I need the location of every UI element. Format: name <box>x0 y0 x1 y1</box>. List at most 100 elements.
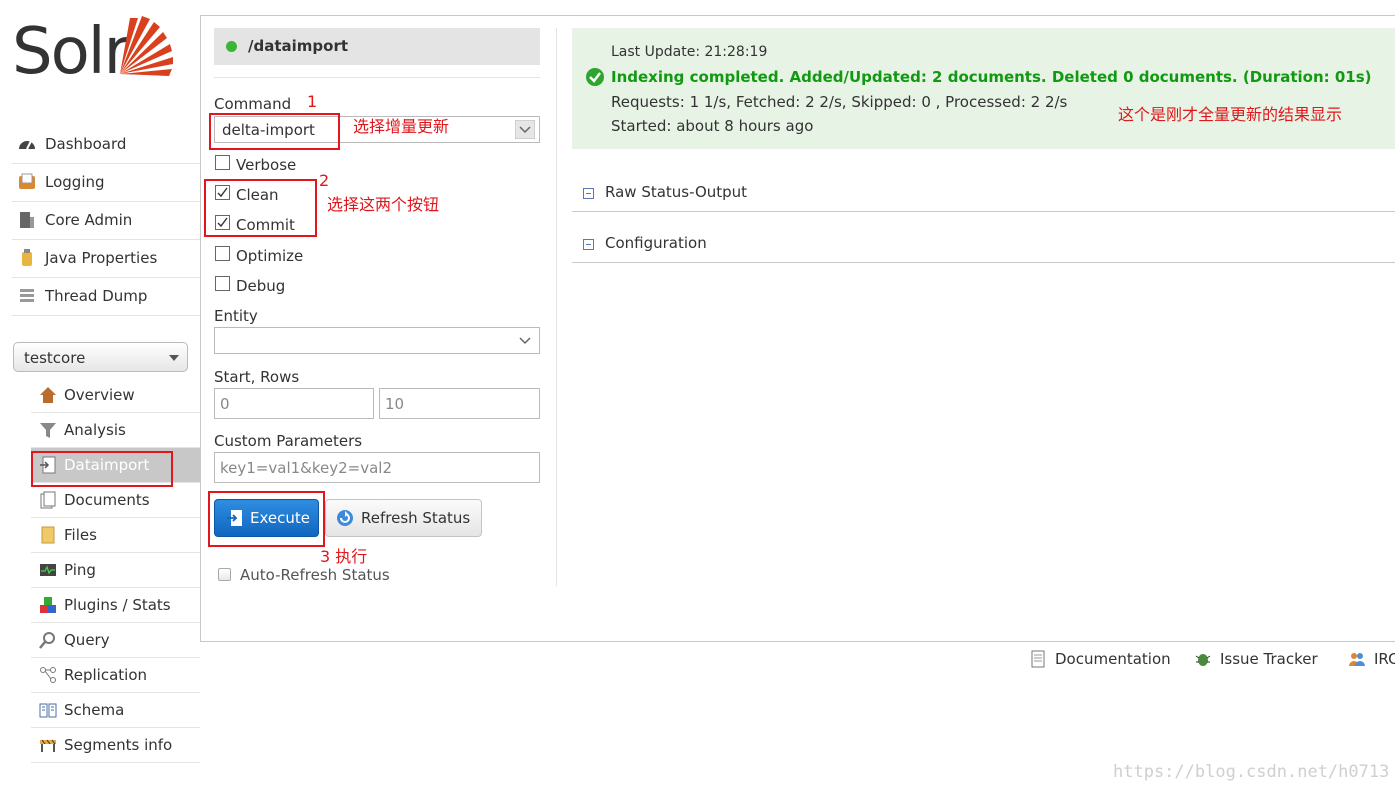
collapse-icon <box>583 239 594 250</box>
core-admin-icon <box>20 212 34 228</box>
core-selector[interactable]: testcore <box>13 342 188 372</box>
sidebar-item-label: Files <box>64 526 97 544</box>
ping-icon <box>40 564 56 576</box>
sidebar-item-label: Java Properties <box>45 249 158 267</box>
sidebar-item-label: Segments info <box>64 736 173 754</box>
sidebar-item-label: Analysis <box>64 421 126 439</box>
chevron-down-icon <box>519 337 531 345</box>
raw-status-output-section[interactable]: Raw Status-Output <box>572 175 1395 212</box>
irc-label: IRC <box>1374 650 1395 668</box>
segments-icon <box>40 739 56 752</box>
sidebar-item-label: Logging <box>45 173 105 191</box>
sidebar-item-documents[interactable]: Documents <box>31 483 200 518</box>
documents-icon <box>40 491 56 509</box>
entity-label: Entity <box>214 307 258 325</box>
sidebar-item-label: Ping <box>64 561 96 579</box>
watermark: https://blog.csdn.net/h0713 <box>1113 762 1390 782</box>
annotation-box-execute <box>208 491 325 547</box>
entity-select[interactable] <box>214 327 540 354</box>
sidebar-item-label: Query <box>64 631 110 649</box>
home-icon <box>40 387 56 403</box>
annotation-box-dataimport <box>31 451 173 487</box>
annotation-step3-text: 3 执行 <box>320 547 368 566</box>
debug-label: Debug <box>236 277 286 295</box>
status-headline: Indexing completed. Added/Updated: 2 doc… <box>611 68 1372 86</box>
logging-icon <box>19 173 35 189</box>
sidebar-item-overview[interactable]: Overview <box>31 378 200 413</box>
sidebar-item-ping[interactable]: Ping <box>31 553 200 588</box>
configuration-section[interactable]: Configuration <box>572 226 1395 263</box>
solr-logo-sun-icon <box>120 16 173 76</box>
sidebar-item-replication[interactable]: Replication <box>31 658 200 693</box>
section-label: Configuration <box>605 234 707 252</box>
annotation-box-command <box>209 113 340 150</box>
verbose-label: Verbose <box>236 156 297 174</box>
sidebar-item-label: Documents <box>64 491 150 509</box>
sidebar-item-label: Thread Dump <box>45 287 148 305</box>
verbose-checkbox[interactable] <box>215 155 230 170</box>
annotation-box-options <box>204 179 317 237</box>
sidebar-item-segments-info[interactable]: Segments info <box>31 728 200 763</box>
debug-checkbox[interactable] <box>215 276 230 291</box>
irc-link[interactable]: IRC <box>1349 650 1395 668</box>
last-update-text: Last Update: 21:28:19 <box>611 44 768 60</box>
sidebar-item-java-properties[interactable]: Java Properties <box>12 240 200 278</box>
handler-title: /dataimport <box>248 37 349 55</box>
start-rows-label: Start, Rows <box>214 368 300 386</box>
sidebar-item-thread-dump[interactable]: Thread Dump <box>12 278 200 316</box>
magnifier-icon <box>39 632 55 649</box>
refresh-status-button-label: Refresh Status <box>361 509 471 527</box>
start-input[interactable]: 0 <box>214 388 374 419</box>
sidebar-item-files[interactable]: Files <box>31 518 200 553</box>
sidebar-item-analysis[interactable]: Analysis <box>31 413 200 448</box>
issue-tracker-link[interactable]: Issue Tracker <box>1195 650 1318 668</box>
documentation-label: Documentation <box>1055 650 1171 668</box>
sidebar-item-dashboard[interactable]: Dashboard <box>12 126 200 164</box>
sidebar-item-label: Schema <box>64 701 125 719</box>
annotation-step2-number: 2 <box>319 171 330 190</box>
refresh-status-button[interactable]: Refresh Status <box>325 499 482 537</box>
handler-status-dot <box>226 41 237 52</box>
status-started: Started: about 8 hours ago <box>611 117 814 135</box>
sidebar-item-query[interactable]: Query <box>31 623 200 658</box>
sidebar-item-logging[interactable]: Logging <box>12 164 200 202</box>
documentation-link[interactable]: Documentation <box>1031 650 1171 668</box>
section-label: Raw Status-Output <box>605 183 748 201</box>
folder-icon <box>41 526 55 544</box>
optimize-label: Optimize <box>236 247 304 265</box>
solr-logo-text: Solr <box>12 15 130 89</box>
annotation-step2-text: 选择这两个按钮 <box>327 195 440 214</box>
sidebar-item-schema[interactable]: Schema <box>31 693 200 728</box>
annotation-step1-text: 选择增量更新 <box>353 117 450 136</box>
chevron-down-icon <box>169 355 179 361</box>
annotation-result-note: 这个是刚才全量更新的结果显示 <box>1118 105 1343 124</box>
refresh-icon <box>337 510 353 526</box>
replication-icon <box>40 667 56 683</box>
success-check-icon <box>586 68 604 86</box>
sidebar-item-plugins-stats[interactable]: Plugins / Stats <box>31 588 200 623</box>
divider <box>556 28 557 586</box>
auto-refresh-label: Auto-Refresh Status <box>240 566 390 584</box>
sidebar-item-label: Core Admin <box>45 211 133 229</box>
plugins-icon <box>40 597 56 613</box>
funnel-icon <box>40 423 56 438</box>
custom-parameters-input[interactable]: key1=val1&key2=val2 <box>214 452 540 483</box>
chevron-down-icon <box>515 120 535 139</box>
sidebar-item-label: Overview <box>64 386 135 404</box>
people-icon <box>1349 653 1365 666</box>
status-requests: Requests: 1 1/s, Fetched: 2 2/s, Skipped… <box>611 93 1068 111</box>
divider <box>214 77 540 78</box>
thread-dump-icon <box>20 289 34 302</box>
issue-tracker-label: Issue Tracker <box>1220 650 1318 668</box>
java-properties-icon <box>22 249 32 266</box>
bug-icon <box>1195 654 1211 666</box>
collapse-icon <box>583 188 594 199</box>
optimize-checkbox[interactable] <box>215 246 230 261</box>
sidebar-item-label: Plugins / Stats <box>64 596 171 614</box>
sidebar-item-core-admin[interactable]: Core Admin <box>12 202 200 240</box>
annotation-step1-number: 1 <box>307 92 318 111</box>
schema-icon <box>39 703 57 718</box>
auto-refresh-checkbox[interactable] <box>218 568 231 581</box>
rows-input[interactable]: 10 <box>379 388 540 419</box>
document-icon <box>1031 650 1045 668</box>
